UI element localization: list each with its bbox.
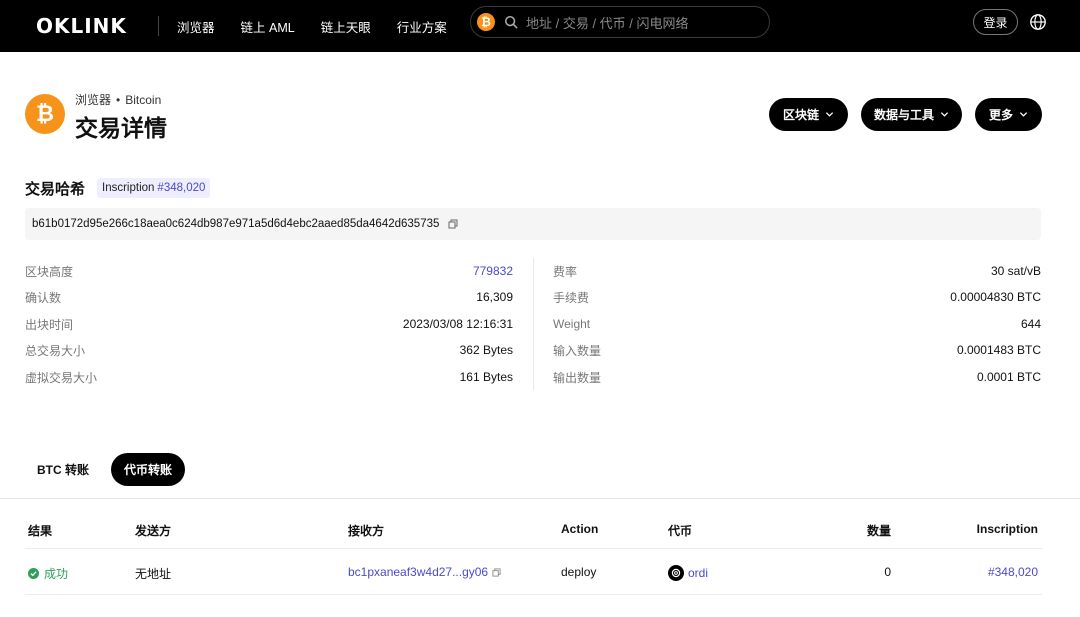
tx-hash-label: 交易哈希 — [25, 181, 86, 198]
detail-value: 0.0001 BTC — [976, 370, 1041, 384]
nav-item-aml[interactable]: 链上 AML — [241, 17, 295, 36]
search-icon — [504, 15, 518, 29]
copy-icon[interactable] — [492, 567, 501, 577]
receiver-address-link[interactable]: bc1pxaneaf3w4d27...gy06 — [348, 565, 488, 579]
data-tools-menu-label: 数据与工具 — [873, 108, 934, 122]
column-header-result: 结果 — [28, 524, 53, 538]
more-menu-label: 更多 — [988, 108, 1013, 122]
ordi-token-icon — [668, 565, 684, 581]
detail-label: 虚拟交易大小 — [25, 370, 98, 385]
detail-row-fee: 手续费 0.00004830 BTC — [553, 284, 1041, 310]
detail-row-weight: Weight 644 — [553, 311, 1041, 337]
detail-row-block-height: 区块高度 779832 — [25, 258, 513, 284]
detail-label: 区块高度 — [25, 264, 74, 279]
table-header-divider — [25, 548, 1042, 549]
inscription-badge[interactable]: Inscription #348,020 — [97, 178, 211, 198]
oklink-logo[interactable]: OKLINK — [36, 14, 136, 38]
detail-row-fee-rate: 费率 30 sat/vB — [553, 258, 1041, 284]
nav-item-solutions[interactable]: 行业方案 — [397, 17, 447, 36]
page-header: ₿ 浏览器 • Bitcoin 交易详情 区块链 数据与工具 更多 — [25, 91, 1042, 141]
login-button[interactable]: 登录 — [973, 9, 1018, 35]
globe-icon[interactable] — [1029, 13, 1047, 31]
inscription-link[interactable]: #348,020 — [988, 565, 1038, 579]
success-check-icon — [28, 568, 39, 579]
detail-label: 手续费 — [553, 290, 590, 305]
search-input[interactable]: 地址 / 交易 / 代币 / 闪电网络 — [526, 13, 689, 32]
detail-row-input-amount: 输入数量 0.0001483 BTC — [553, 337, 1041, 363]
chevron-down-icon — [825, 112, 834, 117]
detail-row-confirmations: 确认数 16,309 — [25, 284, 513, 310]
inscription-badge-number[interactable]: #348,020 — [157, 182, 205, 194]
action-cell: deploy — [561, 565, 597, 579]
tx-hash-box: b61b0172d95e266c18aea0c624db987e971a5d6d… — [25, 208, 1041, 240]
result-status-text: 成功 — [44, 567, 69, 581]
detail-row-output-amount: 输出数量 0.0001 BTC — [553, 364, 1041, 390]
detail-label: 输入数量 — [553, 343, 602, 358]
nav-item-onchain-eye[interactable]: 链上天眼 — [321, 17, 371, 36]
breadcrumb-explorer[interactable]: 浏览器 — [75, 93, 111, 107]
inscription-badge-prefix: Inscription — [102, 182, 155, 194]
table-row-divider — [25, 594, 1042, 595]
data-tools-menu-button[interactable]: 数据与工具 — [861, 98, 962, 131]
receiver-cell: bc1pxaneaf3w4d27...gy06 — [348, 565, 501, 579]
column-header-action: Action — [561, 522, 599, 536]
detail-value: 16,309 — [476, 290, 513, 304]
token-link[interactable]: ordi — [688, 566, 708, 580]
copy-icon[interactable] — [448, 219, 458, 229]
detail-value: 2023/03/08 12:16:31 — [402, 317, 513, 331]
top-nav: OKLINK 浏览器 链上 AML 链上天眼 行业方案 ₿ 地址 / 交易 / … — [0, 0, 1080, 52]
chevron-down-icon — [1019, 112, 1028, 117]
chevron-down-icon — [940, 112, 949, 117]
breadcrumb: 浏览器 • Bitcoin — [75, 91, 161, 108]
bitcoin-chain-icon[interactable]: ₿ — [477, 13, 495, 31]
column-header-receiver: 接收方 — [348, 524, 385, 538]
detail-value: 0.00004830 BTC — [950, 290, 1041, 304]
detail-label: 费率 — [553, 264, 578, 279]
detail-row-virtual-size: 虚拟交易大小 161 Bytes — [25, 364, 513, 390]
detail-value: 161 Bytes — [459, 370, 513, 384]
amount-cell: 0 — [884, 565, 891, 579]
column-header-sender: 发送方 — [135, 524, 172, 538]
search-bar[interactable]: ₿ 地址 / 交易 / 代币 / 闪电网络 — [470, 6, 770, 38]
detail-row-block-time: 出块时间 2023/03/08 12:16:31 — [25, 311, 513, 337]
detail-label: 确认数 — [25, 290, 62, 305]
column-header-inscription: Inscription — [976, 522, 1038, 536]
block-height-link[interactable]: 779832 — [473, 264, 513, 278]
tabs-divider — [0, 498, 1080, 499]
sender-cell: 无地址 — [135, 567, 172, 581]
blockchain-menu-button[interactable]: 区块链 — [769, 98, 848, 131]
breadcrumb-bitcoin[interactable]: Bitcoin — [125, 93, 161, 107]
detail-value: 362 Bytes — [459, 343, 513, 357]
breadcrumb-separator: • — [116, 93, 121, 107]
detail-label: 出块时间 — [25, 317, 74, 332]
detail-row-total-size: 总交易大小 362 Bytes — [25, 337, 513, 363]
nav-divider — [158, 16, 159, 36]
detail-label: Weight — [553, 317, 591, 331]
result-cell: 成功 — [28, 565, 68, 582]
column-header-amount: 数量 — [866, 524, 891, 538]
bitcoin-logo-icon: ₿ — [25, 94, 65, 134]
tx-hash-value: b61b0172d95e266c18aea0c624db987e971a5d6d… — [32, 218, 440, 230]
detail-label: 输出数量 — [553, 370, 602, 385]
detail-label: 总交易大小 — [25, 343, 86, 358]
blockchain-menu-label: 区块链 — [782, 108, 819, 122]
more-menu-button[interactable]: 更多 — [975, 98, 1042, 131]
page-title: 交易详情 — [75, 115, 167, 141]
detail-value: 0.0001483 BTC — [956, 343, 1041, 357]
tab-btc-transfer[interactable]: BTC 转账 — [25, 453, 101, 486]
column-header-token: 代币 — [668, 524, 693, 538]
nav-item-explorer[interactable]: 浏览器 — [177, 17, 215, 36]
detail-value: 30 sat/vB — [990, 264, 1041, 278]
tab-token-transfer[interactable]: 代币转账 — [111, 453, 185, 486]
token-cell: ordi — [668, 565, 708, 581]
details-divider — [533, 258, 534, 390]
detail-value: 644 — [1020, 317, 1041, 331]
